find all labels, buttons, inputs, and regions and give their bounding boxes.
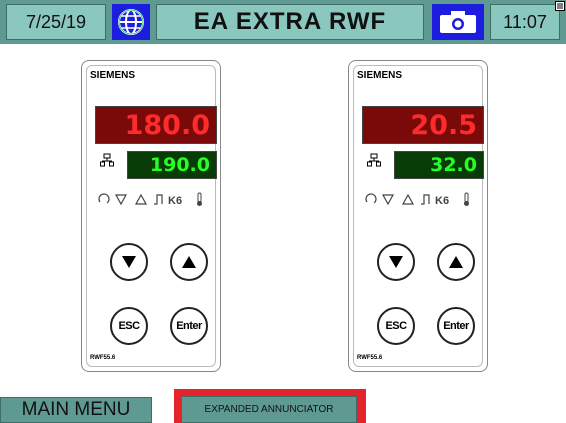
model-label: RWF55.6 — [357, 355, 383, 361]
esc-label: ESC — [118, 320, 140, 332]
triangle-down-icon — [381, 194, 395, 206]
esc-label: ESC — [385, 320, 407, 332]
triangle-up-icon — [401, 193, 415, 205]
triangle-up-icon — [134, 193, 148, 205]
camera-button[interactable] — [432, 4, 484, 40]
status-indicators: K6 — [365, 192, 469, 207]
esc-button[interactable]: ESC — [377, 307, 415, 345]
status-indicators: K6 — [98, 192, 202, 207]
enter-label: Enter — [443, 320, 469, 332]
globe-button[interactable] — [112, 4, 150, 40]
model-label: RWF55.6 — [90, 355, 116, 361]
actual-value-display: 180.0 — [95, 106, 217, 144]
up-button[interactable] — [170, 243, 208, 281]
k6-icon: K6 — [168, 195, 182, 207]
k6-icon: K6 — [435, 195, 449, 207]
setpoint-display: 190.0 — [127, 151, 217, 179]
triangle-down-icon — [114, 194, 128, 206]
page-title: EA EXTRA RWF — [156, 4, 424, 40]
controller-panel-1: SIEMENS 180.0 190.0 K6 ESC Enter RWF55.6 — [81, 60, 221, 372]
enter-label: Enter — [176, 320, 202, 332]
step-icon — [421, 194, 430, 205]
actual-value-display: 20.5 — [362, 106, 484, 144]
header-bar: 7/25/19 EA EXTRA RWF 11:07 — [0, 0, 566, 44]
triangle-up-icon — [449, 256, 463, 268]
enter-button[interactable]: Enter — [170, 307, 208, 345]
globe-icon — [118, 9, 144, 35]
brand-label: SIEMENS — [357, 70, 403, 81]
main-menu-button[interactable]: MAIN MENU — [0, 397, 152, 423]
esc-button[interactable]: ESC — [110, 307, 148, 345]
triangle-down-icon — [389, 256, 403, 268]
network-icon — [367, 153, 381, 167]
down-button[interactable] — [377, 243, 415, 281]
time-display: 11:07 — [490, 4, 560, 40]
svg-text:K6: K6 — [168, 195, 182, 207]
window-icon[interactable] — [555, 1, 565, 11]
svg-text:K6: K6 — [435, 195, 449, 207]
triangle-up-icon — [182, 256, 196, 268]
triangle-down-icon — [122, 256, 136, 268]
controller-panel-2: SIEMENS 20.5 32.0 K6 ESC Enter RWF55.6 — [348, 60, 488, 372]
camera-icon — [440, 11, 476, 33]
expanded-annunciator-button[interactable]: EXPANDED ANNUNCIATOR — [181, 396, 357, 423]
enter-button[interactable]: Enter — [437, 307, 475, 345]
date-display: 7/25/19 — [6, 4, 106, 40]
cycle-icon — [365, 193, 377, 204]
thermometer-icon — [197, 192, 202, 206]
network-icon — [100, 153, 114, 167]
down-button[interactable] — [110, 243, 148, 281]
cycle-icon — [98, 193, 110, 204]
step-icon — [154, 194, 163, 205]
up-button[interactable] — [437, 243, 475, 281]
thermometer-icon — [464, 192, 469, 206]
brand-label: SIEMENS — [90, 70, 136, 81]
setpoint-display: 32.0 — [394, 151, 484, 179]
